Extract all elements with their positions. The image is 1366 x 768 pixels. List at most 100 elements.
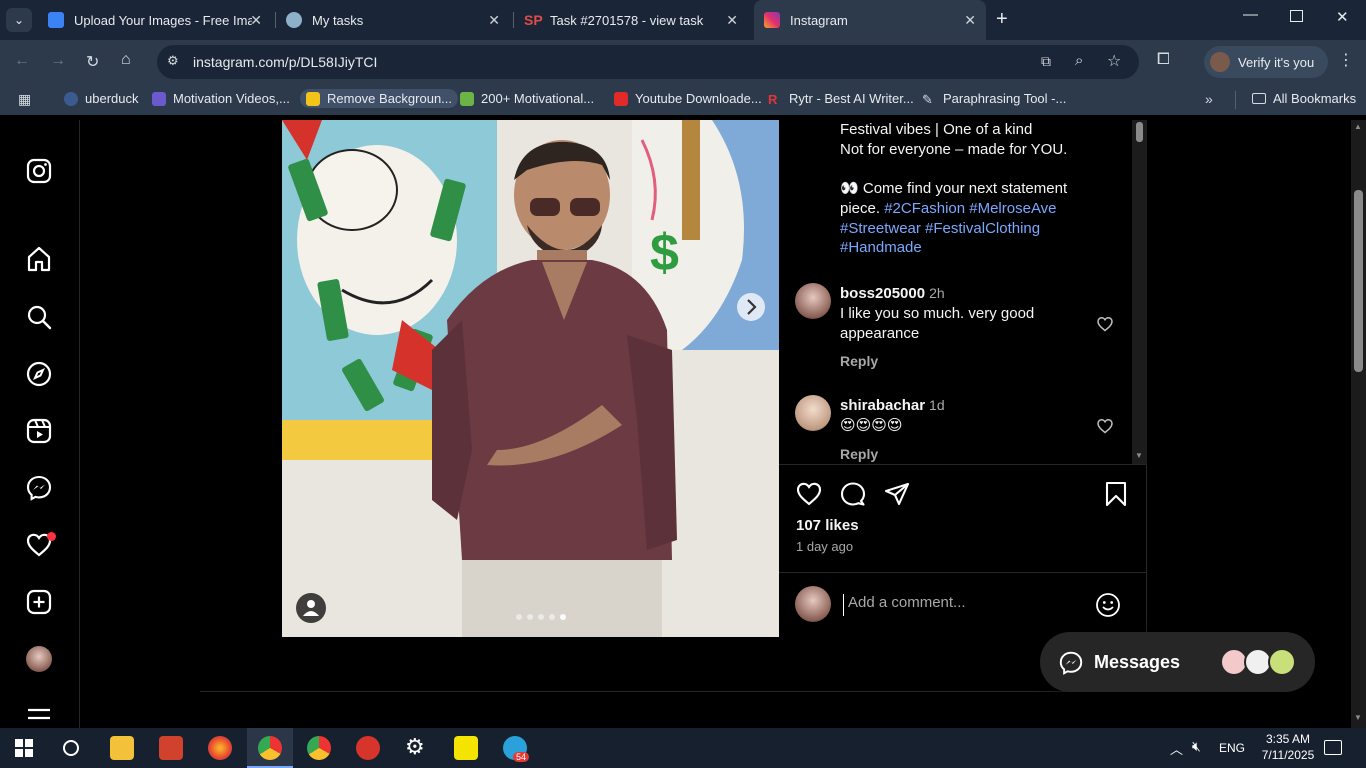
likes-count[interactable]: 107 likes xyxy=(796,517,859,534)
search-circle-icon[interactable] xyxy=(63,740,79,756)
close-window-button[interactable]: ✕ xyxy=(1336,8,1349,26)
comment-input[interactable]: Add a comment... xyxy=(843,594,1083,616)
restore-button[interactable] xyxy=(1290,10,1303,22)
wps-presentation-icon[interactable] xyxy=(159,736,183,760)
firefox-icon[interactable] xyxy=(208,736,232,760)
bookmark-all-bookmarks[interactable]: All Bookmarks xyxy=(1252,91,1356,106)
folder-icon xyxy=(1252,93,1266,104)
hashtag-link[interactable]: #Streetwear #FestivalClothing xyxy=(840,219,1040,239)
like-comment-icon[interactable] xyxy=(1096,315,1114,333)
uberduck-icon xyxy=(64,91,78,106)
hashtag-link[interactable]: #Handmade xyxy=(840,238,922,258)
address-bar[interactable]: ⚙ instagram.com/p/DL58IJiyTCI ⧉ ⌕ ☆ xyxy=(157,45,1139,79)
scroll-down-arrow[interactable]: ▼ xyxy=(1135,451,1143,460)
bookmark-200-motivational[interactable]: 200+ Motivational... xyxy=(460,91,594,106)
share-paper-plane-icon[interactable] xyxy=(883,480,911,508)
back-arrow-icon[interactable]: ← xyxy=(14,52,30,70)
reply-button[interactable]: Reply xyxy=(840,353,878,369)
comment-text: I like you so much. very good appearance xyxy=(840,305,1035,342)
comment-bubble-icon[interactable] xyxy=(839,480,867,508)
reels-icon[interactable] xyxy=(25,417,53,445)
reload-icon[interactable]: ↻ xyxy=(86,52,99,72)
save-bookmark-icon[interactable] xyxy=(1102,480,1130,508)
commenter-avatar[interactable] xyxy=(795,283,831,319)
clock-date[interactable]: 7/11/2025 xyxy=(1256,748,1320,762)
scroll-up-arrow[interactable]: ▲ xyxy=(1354,122,1362,131)
comment-username[interactable]: boss205000 2h xyxy=(840,285,945,302)
close-icon[interactable]: ✕ xyxy=(250,12,262,29)
scroll-thumb[interactable] xyxy=(1136,122,1143,142)
like-comment-icon[interactable] xyxy=(1096,417,1114,435)
comment-username[interactable]: shirabachar 1d xyxy=(840,397,945,414)
close-icon[interactable]: ✕ xyxy=(964,12,976,29)
bookmark-rytr[interactable]: R Rytr - Best AI Writer... xyxy=(768,91,914,107)
scroll-thumb[interactable] xyxy=(1354,190,1363,372)
like-heart-icon[interactable] xyxy=(795,480,823,508)
commenter-avatar[interactable] xyxy=(795,395,831,431)
tab-upload-images[interactable]: Upload Your Images - Free Imag ✕ xyxy=(40,0,272,40)
post-date[interactable]: 1 day ago xyxy=(796,539,853,554)
messenger-icon[interactable] xyxy=(25,474,53,502)
search-icon[interactable] xyxy=(25,303,53,331)
message-avatar[interactable] xyxy=(1268,648,1296,676)
file-explorer-icon[interactable] xyxy=(110,736,134,760)
apps-grid-icon[interactable]: ▦ xyxy=(18,91,31,108)
minimize-button[interactable]: — xyxy=(1243,6,1258,23)
divider xyxy=(200,691,1148,692)
volume-muted-icon[interactable]: 🔇︎ xyxy=(1192,738,1201,755)
install-app-icon[interactable]: ⧉ xyxy=(1041,53,1051,70)
show-hidden-icons-icon[interactable]: ︿ xyxy=(1170,739,1183,758)
post-image[interactable]: $ xyxy=(282,120,779,637)
bookmark-uberduck[interactable]: uberduck xyxy=(64,91,138,106)
close-icon[interactable]: ✕ xyxy=(726,12,738,29)
messages-button[interactable]: Messages xyxy=(1040,632,1315,692)
explore-compass-icon[interactable] xyxy=(25,360,53,388)
bookmark-youtube-downloader[interactable]: Youtube Downloade... xyxy=(614,91,762,106)
clock-time[interactable]: 3:35 AM xyxy=(1260,732,1316,746)
notification-center-icon[interactable] xyxy=(1324,740,1342,755)
extensions-icon[interactable]: ⧠ xyxy=(1157,51,1170,69)
verify-profile-button[interactable]: Verify it's you xyxy=(1204,46,1328,78)
emoji-smiley-icon[interactable] xyxy=(1095,592,1121,618)
plus-icon: + xyxy=(996,8,1008,30)
tab-instagram[interactable]: Instagram ✕ xyxy=(754,0,986,40)
bookmark-paraphrasing-tool[interactable]: ✎ Paraphrasing Tool -... xyxy=(922,91,1066,107)
site-info-icon[interactable]: ⚙ xyxy=(167,53,179,69)
home-icon[interactable]: ⌂ xyxy=(121,51,131,69)
tab-task-view[interactable]: SP Task #2701578 - view task ✕ xyxy=(516,0,748,40)
forward-arrow-icon[interactable]: → xyxy=(50,52,66,70)
comments-scrollbar[interactable]: ▼ xyxy=(1132,120,1147,464)
wps-office-icon[interactable] xyxy=(356,736,380,760)
create-plus-icon[interactable] xyxy=(25,588,53,616)
exness-icon[interactable] xyxy=(454,736,478,760)
more-bookmarks-icon[interactable]: » xyxy=(1205,91,1213,107)
hashtag-link[interactable]: #2CFashion #MelroseAve xyxy=(884,200,1056,217)
language-indicator[interactable]: ENG xyxy=(1219,741,1245,755)
post-details-panel: Festival vibes | One of a kind Not for e… xyxy=(779,120,1147,637)
tab-search-button[interactable]: ⌄ xyxy=(6,8,32,32)
profile-avatar[interactable] xyxy=(26,646,52,672)
sp-logo-icon: SP xyxy=(524,12,543,28)
url-text[interactable]: instagram.com/p/DL58IJiyTCI xyxy=(193,54,377,70)
chrome-profile-icon[interactable] xyxy=(258,736,282,760)
windows-start-icon[interactable] xyxy=(15,739,33,757)
scroll-down-arrow[interactable]: ▼ xyxy=(1354,713,1362,722)
kebab-menu-icon[interactable]: ⋮ xyxy=(1338,50,1354,70)
tab-my-tasks[interactable]: My tasks ✕ xyxy=(278,0,510,40)
star-icon[interactable]: ☆ xyxy=(1107,51,1121,71)
instagram-logo-icon[interactable] xyxy=(25,157,53,185)
bookmark-remove-background[interactable]: Remove Backgroun... xyxy=(300,89,459,108)
zoom-icon[interactable]: ⌕ xyxy=(1075,52,1083,69)
reply-button[interactable]: Reply xyxy=(840,446,878,462)
new-tab-button[interactable]: + xyxy=(996,8,1008,31)
bookmark-motivation-videos[interactable]: Motivation Videos,... xyxy=(152,91,290,106)
bookmarks-bar: ▦ uberduck Motivation Videos,... Remove … xyxy=(0,85,1366,115)
close-icon[interactable]: ✕ xyxy=(488,12,500,29)
chrome-icon[interactable] xyxy=(307,736,331,760)
page-scrollbar[interactable]: ▲ ▼ xyxy=(1351,120,1366,728)
browser-toolbar: ← → ↻ ⌂ ⚙ instagram.com/p/DL58IJiyTCI ⧉ … xyxy=(0,40,1366,85)
chevron-down-icon: ⌄ xyxy=(13,13,25,27)
next-arrow-icon[interactable] xyxy=(737,293,765,321)
home-icon[interactable] xyxy=(25,245,53,273)
settings-gear-icon[interactable]: ⚙ xyxy=(405,734,425,760)
